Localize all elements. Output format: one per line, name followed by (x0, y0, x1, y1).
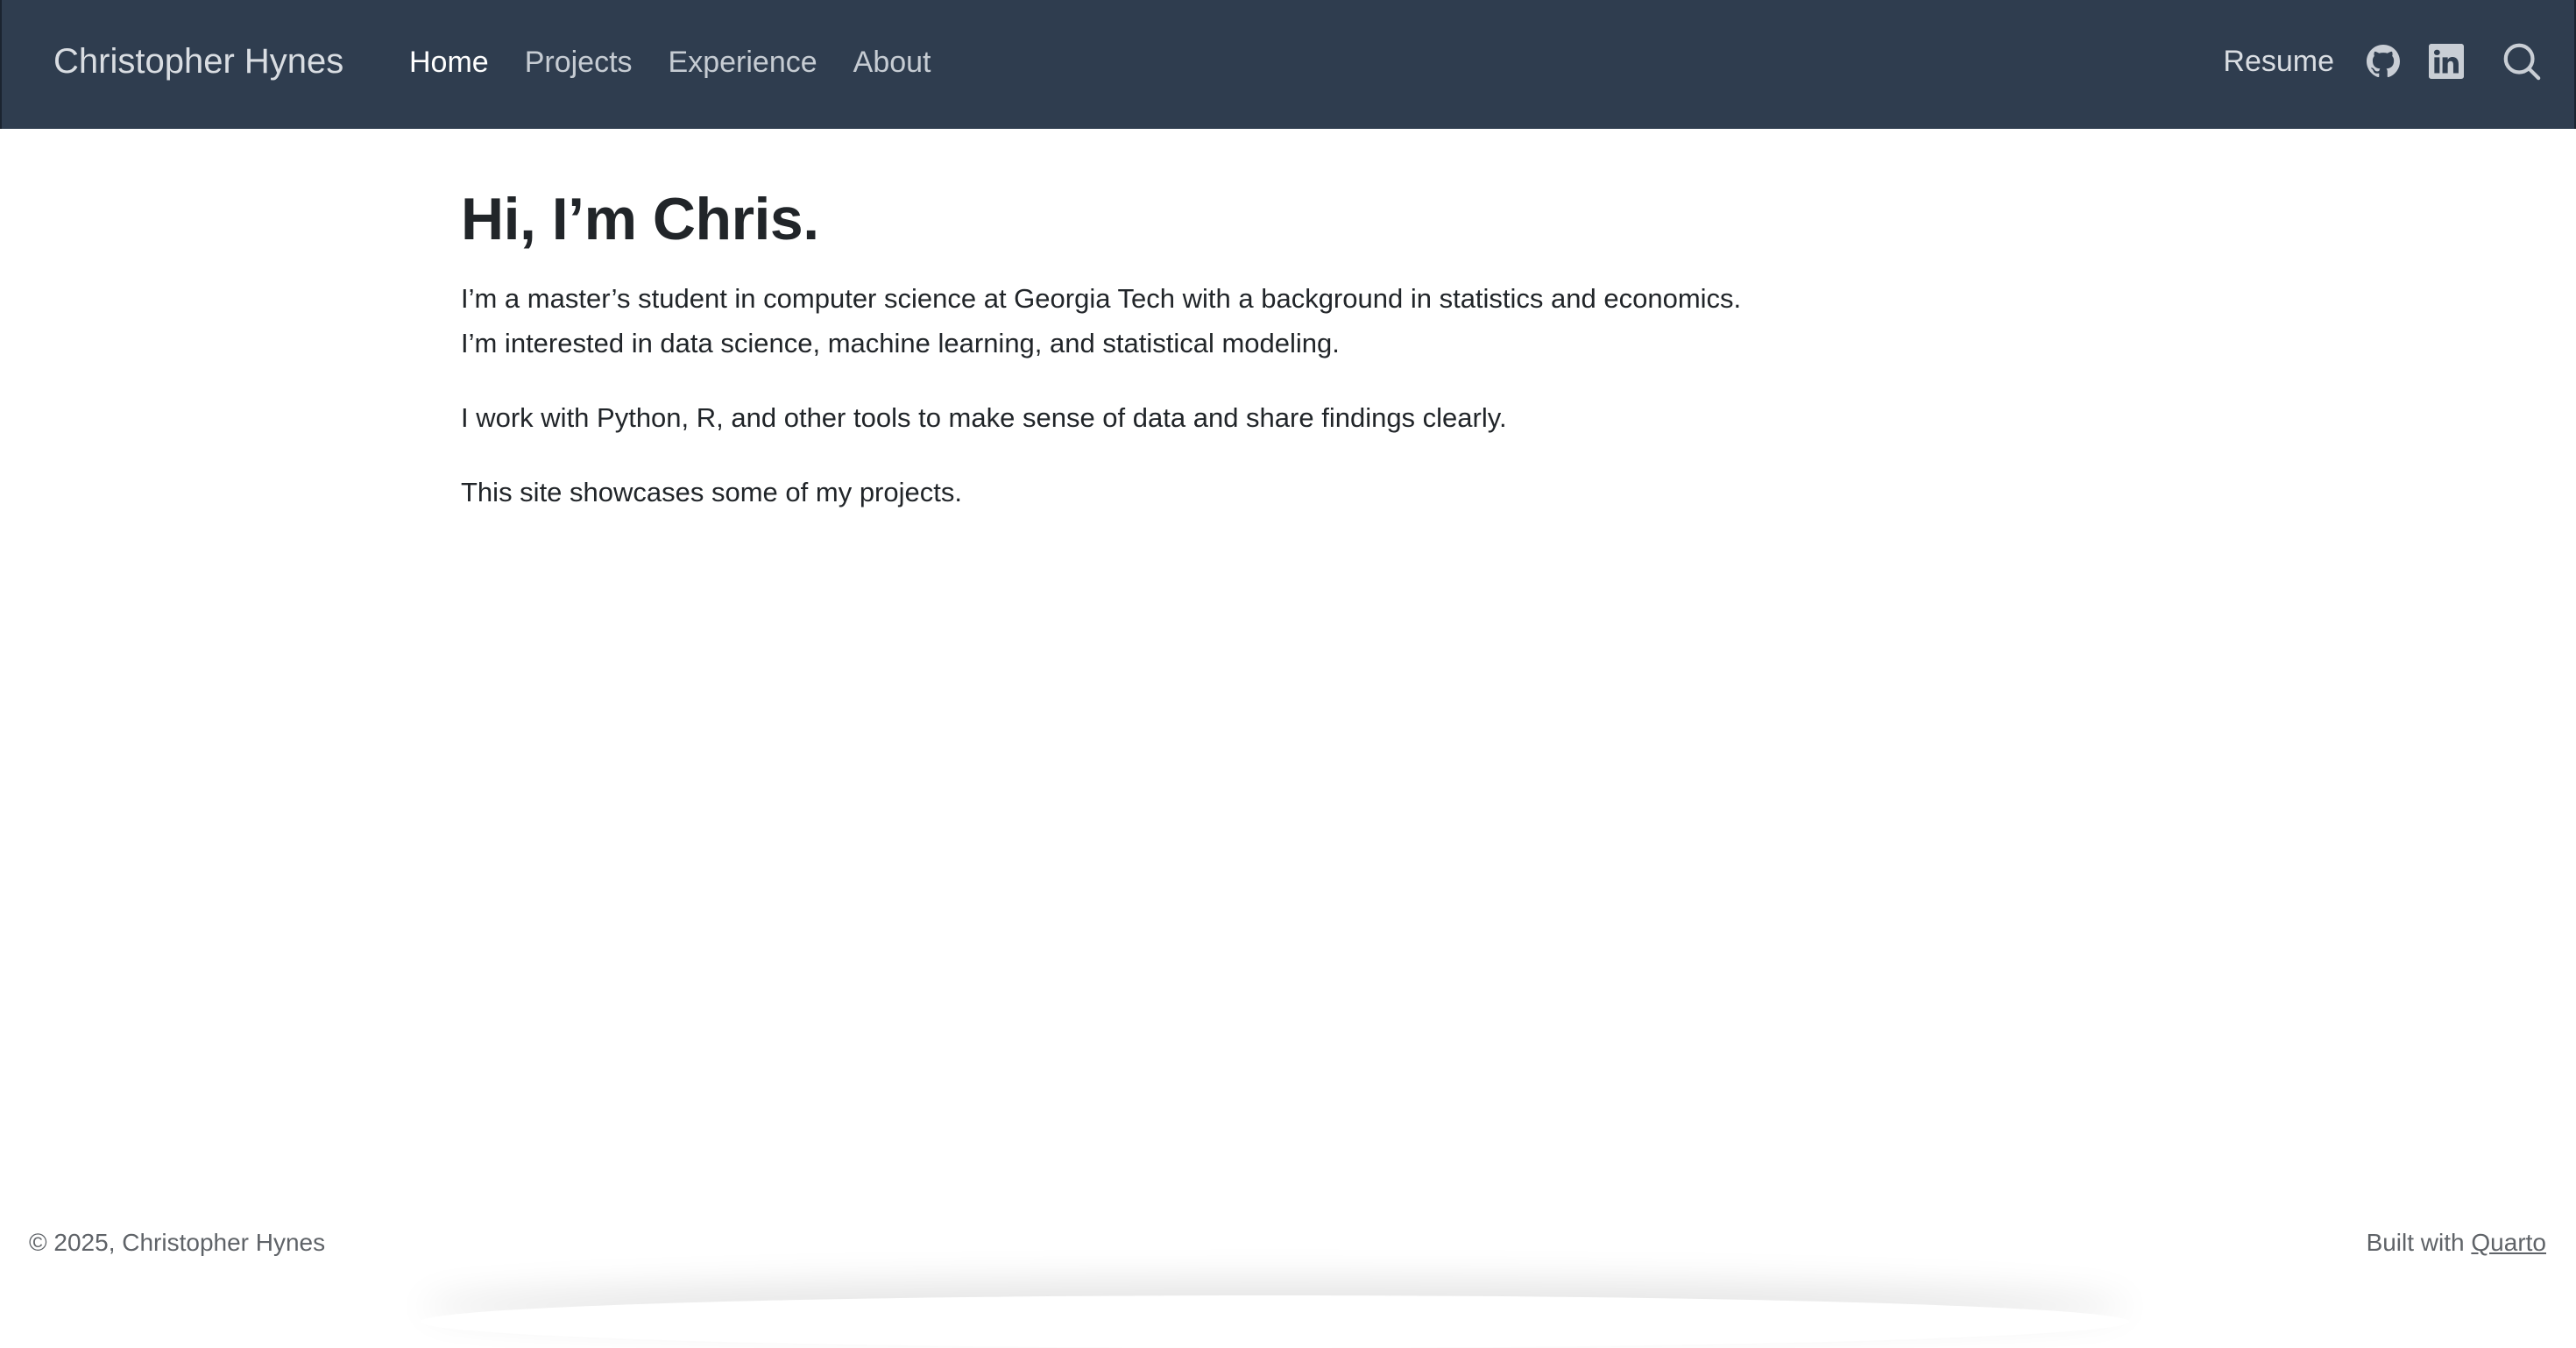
footer-copyright: © 2025, Christopher Hynes (29, 1229, 326, 1256)
nav-tools: Resume (2223, 37, 2543, 86)
search-icon[interactable] (2501, 40, 2543, 82)
quarto-link[interactable]: Quarto (2471, 1229, 2546, 1256)
top-navbar: Christopher Hynes Home Projects Experien… (0, 0, 2576, 129)
bottom-shadow (421, 1295, 2129, 1348)
intro-line-2: I’m interested in data science, machine … (461, 328, 1340, 358)
tools-paragraph: I work with Python, R, and other tools t… (461, 402, 1507, 433)
main-nav: Home Projects Experience About (409, 42, 931, 82)
nav-link-home[interactable]: Home (409, 42, 489, 82)
intro-line-1: I’m a master’s student in computer scien… (461, 283, 1742, 314)
main-content: Hi, I’m Chris. I’m a master’s student in… (461, 180, 1863, 514)
nav-link-experience[interactable]: Experience (669, 42, 817, 82)
github-icon[interactable] (2366, 44, 2401, 79)
intro-paragraph: I’m a master’s student in computer scien… (461, 276, 1863, 365)
showcase-paragraph: This site showcases some of my projects. (461, 477, 962, 507)
linkedin-icon[interactable] (2429, 44, 2464, 79)
footer-built-with: Built with Quarto (2367, 1224, 2546, 1262)
resume-link[interactable]: Resume (2223, 41, 2334, 82)
built-with-text: Built with (2366, 1229, 2472, 1256)
nav-link-projects[interactable]: Projects (525, 42, 633, 82)
site-brand-link[interactable]: Christopher Hynes (53, 39, 343, 84)
page-title: Hi, I’m Chris. (461, 186, 819, 252)
nav-link-about[interactable]: About (853, 42, 931, 82)
